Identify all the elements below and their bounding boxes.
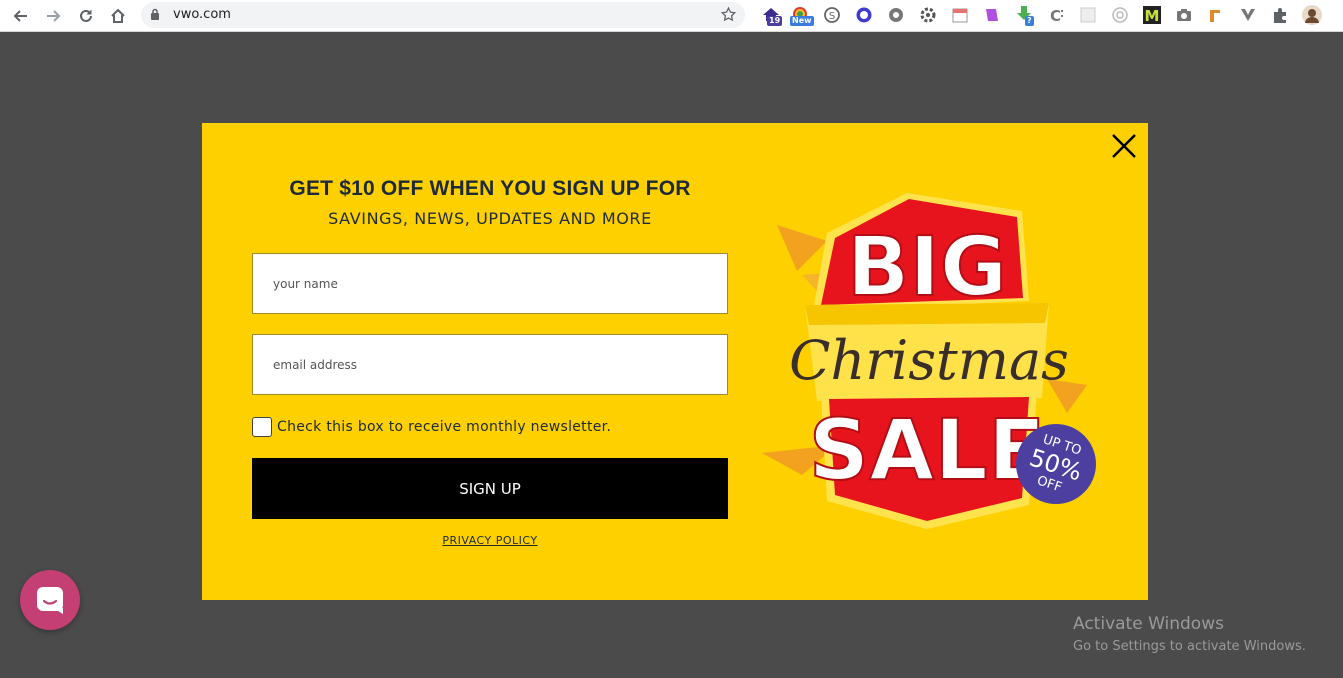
signup-button[interactable]: SIGN UP	[252, 458, 728, 519]
extension-gear-icon[interactable]	[886, 5, 906, 25]
address-bar[interactable]: vwo.com	[141, 2, 745, 28]
signup-popup: GET $10 OFF WHEN YOU SIGN UP FOR SAVINGS…	[202, 123, 1148, 600]
extension-purple-icon[interactable]	[982, 5, 1002, 25]
newsletter-checkbox-label[interactable]: Check this box to receive monthly newsle…	[277, 419, 611, 435]
name-input[interactable]	[252, 253, 728, 314]
extension-skype-icon[interactable]: S	[822, 5, 842, 25]
profile-avatar-icon[interactable]	[1302, 5, 1322, 25]
newsletter-checkbox[interactable]	[252, 417, 272, 437]
extension-circle-icon[interactable]	[854, 5, 874, 25]
extension-house-icon[interactable]: 19	[761, 5, 783, 26]
promo-big-text: BIG	[847, 220, 1007, 315]
svg-text:S: S	[829, 11, 835, 22]
extension-tool-icon[interactable]	[1206, 5, 1226, 25]
forward-button[interactable]	[40, 3, 66, 29]
extension-calendar-icon[interactable]	[950, 5, 970, 25]
extension-badge-count: 19	[767, 16, 783, 26]
extensions-puzzle-icon[interactable]	[1270, 5, 1290, 25]
home-icon	[111, 8, 125, 23]
popup-headline: GET $10 OFF WHEN YOU SIGN UP FOR	[289, 177, 691, 200]
browser-toolbar: vwo.com 19 New S ? C M	[0, 0, 1343, 32]
svg-text:M: M	[1145, 7, 1160, 24]
activate-windows-subtitle: Go to Settings to activate Windows.	[1073, 639, 1306, 654]
arrow-left-icon	[13, 10, 27, 22]
back-button[interactable]	[8, 3, 34, 29]
extension-rainbow-icon[interactable]: New	[790, 5, 814, 26]
extension-target-icon[interactable]	[1110, 5, 1130, 25]
svg-text:C: C	[1050, 7, 1061, 24]
close-icon[interactable]	[1110, 132, 1138, 160]
extension-m-icon[interactable]: M	[1142, 5, 1162, 25]
arrow-right-icon	[47, 10, 61, 22]
reload-button[interactable]	[73, 3, 99, 29]
bookmark-star-icon[interactable]	[720, 6, 737, 23]
extension-badge-new: New	[790, 16, 814, 26]
home-button[interactable]	[105, 3, 131, 29]
decorative-flag	[777, 225, 827, 271]
privacy-policy-link[interactable]: PRIVACY POLICY	[252, 534, 728, 547]
activate-windows-title: Activate Windows	[1073, 614, 1224, 634]
extension-grid-icon[interactable]	[1078, 5, 1098, 25]
email-input[interactable]	[252, 334, 728, 395]
extension-c-icon[interactable]: C	[1046, 5, 1066, 25]
promo-sale-text: SALE	[809, 401, 1045, 499]
extension-download-icon[interactable]: ?	[1014, 5, 1034, 26]
chat-bubble-icon	[37, 587, 63, 614]
url-text: vwo.com	[173, 7, 231, 22]
promo-christmas-text: Christmas	[789, 329, 1069, 392]
extension-cog-icon[interactable]	[918, 5, 938, 25]
lock-icon	[151, 8, 159, 20]
reload-icon	[80, 9, 92, 22]
popup-subline: SAVINGS, NEWS, UPDATES AND MORE	[328, 209, 652, 228]
big-christmas-sale-graphic: BIG Christmas SALE UP TO 50% OFF	[762, 193, 1096, 529]
chat-launcher-button[interactable]	[20, 570, 80, 630]
extension-badge-help: ?	[1025, 16, 1034, 26]
extension-camera-icon[interactable]	[1174, 5, 1194, 25]
extension-v-icon[interactable]	[1238, 5, 1258, 25]
